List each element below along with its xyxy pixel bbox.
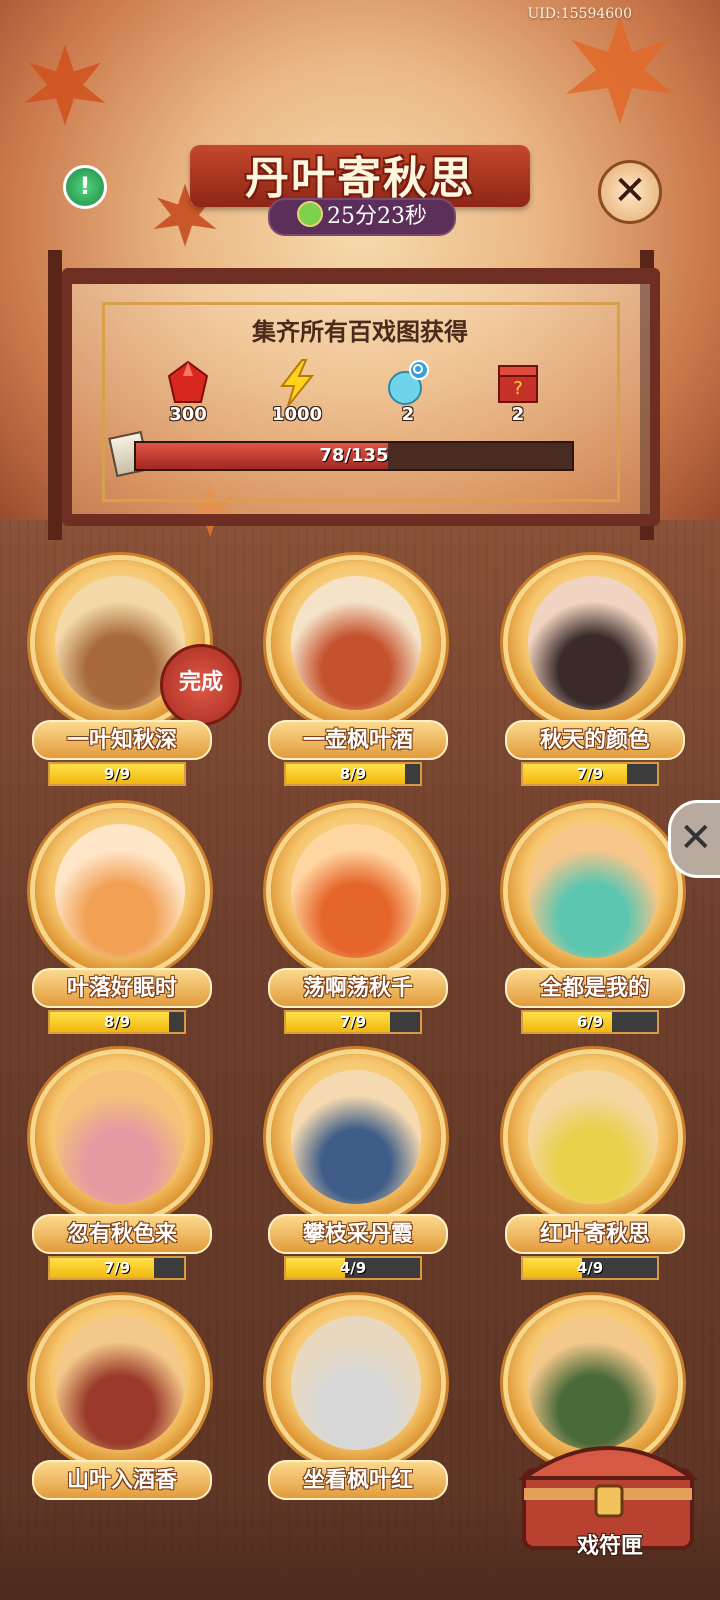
card-medal-frame <box>508 808 678 974</box>
card-progress-bar: 6/9 <box>521 1010 659 1034</box>
reward-blue-orb[interactable]: 2 <box>368 358 448 428</box>
collection-card[interactable]: 荡啊荡秋千 7/9 <box>266 808 448 1048</box>
card-illustration <box>528 1070 658 1204</box>
card-medal-frame <box>35 1300 205 1466</box>
card-progress-label: 8/9 <box>103 1013 131 1031</box>
card-medal-frame <box>35 1054 205 1220</box>
card-illustration <box>528 576 658 710</box>
card-progress-bar: 8/9 <box>284 762 422 786</box>
card-progress-label: 4/9 <box>339 1259 367 1277</box>
card-progress-bar: 7/9 <box>48 1256 186 1280</box>
collection-card[interactable]: 红叶寄秋思 4/9 <box>503 1054 685 1294</box>
card-illustration <box>528 824 658 958</box>
side-close-tab[interactable]: ✕ <box>668 800 720 878</box>
card-progress-label: 7/9 <box>339 1013 367 1031</box>
card-title: 坐看枫叶红 <box>268 1460 448 1500</box>
gate-post-left <box>48 250 62 540</box>
reward-lightning[interactable]: 1000 <box>257 358 337 428</box>
card-medal-frame <box>271 1300 441 1466</box>
collection-card[interactable]: 忽有秋色来 7/9 <box>30 1054 212 1294</box>
collection-progress-bar: 78/135 <box>134 441 574 471</box>
card-medal-frame <box>508 1054 678 1220</box>
blue-magnifier-orb-icon <box>388 360 429 405</box>
collection-card[interactable]: 叶落好眠时 8/9 <box>30 808 212 1048</box>
collection-card[interactable]: 攀枝采丹霞 4/9 <box>266 1054 448 1294</box>
card-progress-bar: 9/9 <box>48 762 186 786</box>
reward-count: 2 <box>401 404 415 425</box>
card-illustration <box>291 824 421 958</box>
card-illustration <box>291 1316 421 1450</box>
card-progress-label: 4/9 <box>576 1259 604 1277</box>
progress-label: 78/135 <box>319 445 389 466</box>
clock-coin-icon <box>297 201 323 227</box>
card-progress-bar: 7/9 <box>521 762 659 786</box>
card-progress-label: 9/9 <box>103 765 131 783</box>
card-illustration <box>55 1316 185 1450</box>
card-illustration <box>55 1070 185 1204</box>
card-illustration <box>291 1070 421 1204</box>
card-title: 荡啊荡秋千 <box>268 968 448 1008</box>
reward-count: 2 <box>511 404 525 425</box>
mystery-chest-icon: ? <box>498 365 538 403</box>
collection-card[interactable]: 一壶枫叶酒 8/9 <box>266 560 448 800</box>
chest-label: 戏符匣 <box>576 1533 643 1559</box>
reward-count: 300 <box>169 404 207 425</box>
card-title: 红叶寄秋思 <box>505 1214 685 1254</box>
card-medal-frame <box>35 808 205 974</box>
countdown-timer: 25分23秒 <box>268 198 456 236</box>
card-progress-label: 8/9 <box>339 765 367 783</box>
card-title: 山叶入酒香 <box>32 1460 212 1500</box>
card-illustration <box>55 824 185 958</box>
lightning-icon <box>279 359 315 407</box>
timer-text: 25分23秒 <box>327 204 427 229</box>
card-illustration <box>291 576 421 710</box>
reward-red-gem[interactable]: 300 <box>148 358 228 428</box>
completed-stamp: 完成 <box>160 644 242 726</box>
svg-text:?: ? <box>513 378 523 399</box>
card-medal-frame <box>271 1054 441 1220</box>
card-progress-bar: 4/9 <box>284 1256 422 1280</box>
collection-card[interactable]: 秋天的颜色 7/9 <box>503 560 685 800</box>
reward-mystery-chest[interactable]: ? 2 <box>478 358 558 428</box>
card-title: 攀枝采丹霞 <box>268 1214 448 1254</box>
card-title: 秋天的颜色 <box>505 720 685 760</box>
uid-label: UID:15594600 <box>527 6 632 22</box>
card-title: 一叶知秋深 <box>32 720 212 760</box>
card-title: 一壶枫叶酒 <box>268 720 448 760</box>
collection-reward-title: 集齐所有百戏图获得 <box>252 317 468 346</box>
close-button[interactable]: ✕ <box>598 160 662 224</box>
card-medal-frame <box>271 808 441 974</box>
card-title: 全都是我的 <box>505 968 685 1008</box>
card-progress-label: 6/9 <box>576 1013 604 1031</box>
card-progress-bar: 8/9 <box>48 1010 186 1034</box>
maple-leaf-icon <box>24 44 106 126</box>
card-medal-frame <box>508 560 678 726</box>
card-progress-label: 7/9 <box>576 765 604 783</box>
card-title: 叶落好眠时 <box>32 968 212 1008</box>
card-progress-bar: 4/9 <box>521 1256 659 1280</box>
reward-count: 1000 <box>271 404 323 425</box>
collection-card[interactable]: 全都是我的 6/9 <box>503 808 685 1048</box>
card-title: 忽有秋色来 <box>32 1214 212 1254</box>
info-button[interactable]: ! <box>63 165 107 209</box>
card-progress-bar: 7/9 <box>284 1010 422 1034</box>
maple-leaf-icon <box>566 16 674 124</box>
card-progress-label: 7/9 <box>103 1259 131 1277</box>
red-gem-icon <box>167 360 209 403</box>
collection-card[interactable]: 完成 一叶知秋深 9/9 <box>30 560 242 800</box>
card-medal-frame <box>271 560 441 726</box>
